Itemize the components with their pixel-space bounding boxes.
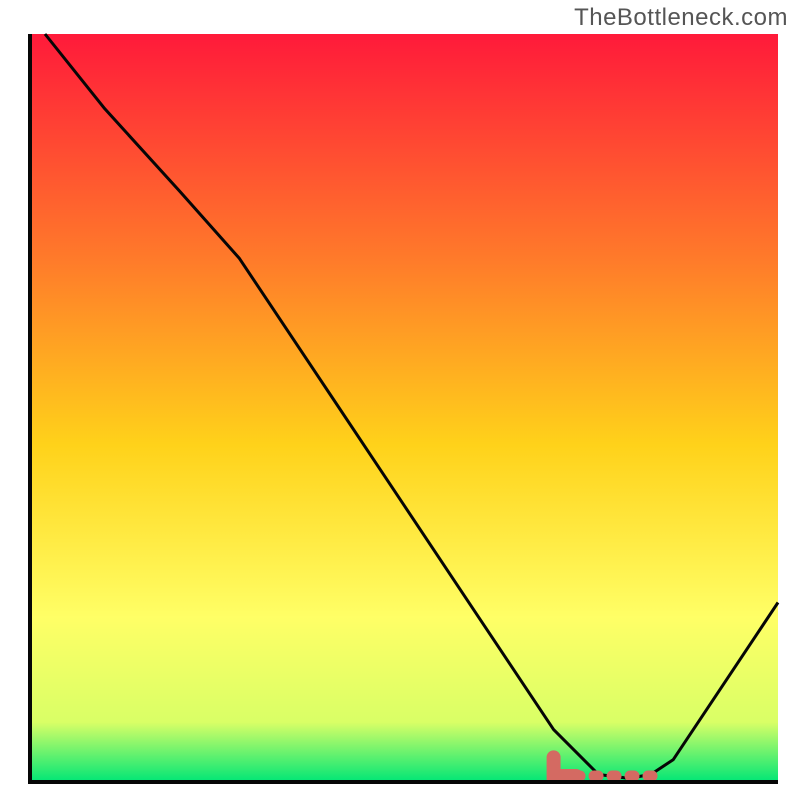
watermark-text: TheBottleneck.com bbox=[574, 4, 788, 32]
chart-svg bbox=[0, 0, 800, 800]
chart-stage: TheBottleneck.com bbox=[0, 0, 800, 800]
plot-background bbox=[30, 34, 778, 782]
